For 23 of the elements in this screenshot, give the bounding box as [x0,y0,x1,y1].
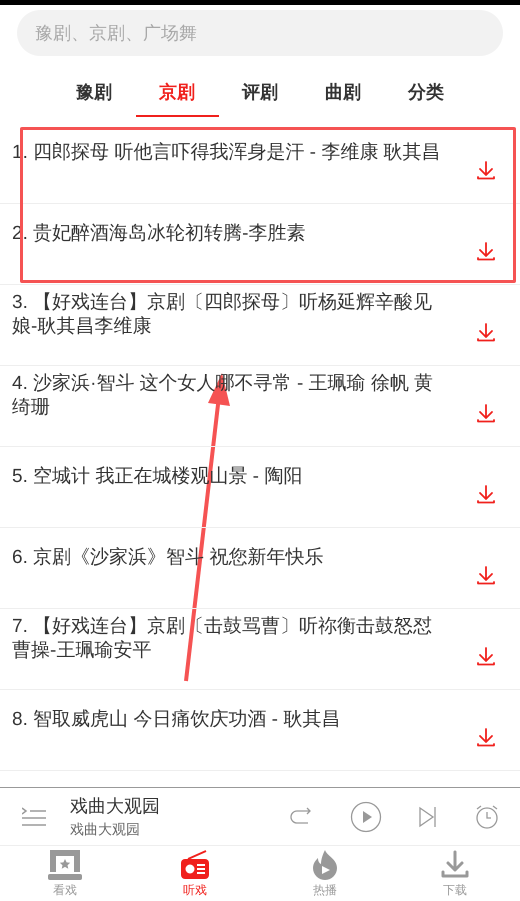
search-field[interactable]: 豫剧、京剧、广场舞 [17,10,503,56]
play-icon[interactable] [350,800,382,832]
nav-tab[interactable]: 听戏 [130,846,260,901]
category-tab[interactable]: 京剧 [136,69,218,117]
track-title: 8. 智取威虎山 今日痛饮庆功酒 - 耿其昌 [12,708,342,732]
now-playing-title: 戏曲大观园 [70,794,160,816]
stage-icon [47,850,83,880]
track-title: 7. 【好戏连台】京剧〔击鼓骂曹〕听祢衡击鼓怒怼曹操-王珮瑜安平 [12,615,434,663]
track-row[interactable]: 8. 智取威虎山 今日痛饮庆功酒 - 耿其昌 [0,690,520,771]
category-tab[interactable]: 曲剧 [302,69,384,117]
category-tab[interactable]: 评剧 [218,69,302,117]
category-tab[interactable]: 豫剧 [52,69,136,117]
flame-icon [311,850,339,880]
now-playing-subtitle: 戏曲大观园 [70,820,141,838]
track-title: 3. 【好戏连台】京剧〔四郎探母〕听杨延辉辛酸见娘-耿其昌李维康 [12,291,434,339]
category-tab[interactable]: 分类 [384,69,468,117]
track-row[interactable]: 7. 【好戏连台】京剧〔击鼓骂曹〕听祢衡击鼓怒怼曹操-王珮瑜安平 [0,609,520,690]
track-row[interactable]: 3. 【好戏连台】京剧〔四郎探母〕听杨延辉辛酸见娘-耿其昌李维康 [0,285,520,366]
next-icon[interactable] [418,806,438,828]
playlist-icon[interactable] [22,806,46,828]
radio-icon [180,850,210,880]
download-icon [440,850,470,880]
alarm-clock-icon[interactable] [474,804,500,830]
